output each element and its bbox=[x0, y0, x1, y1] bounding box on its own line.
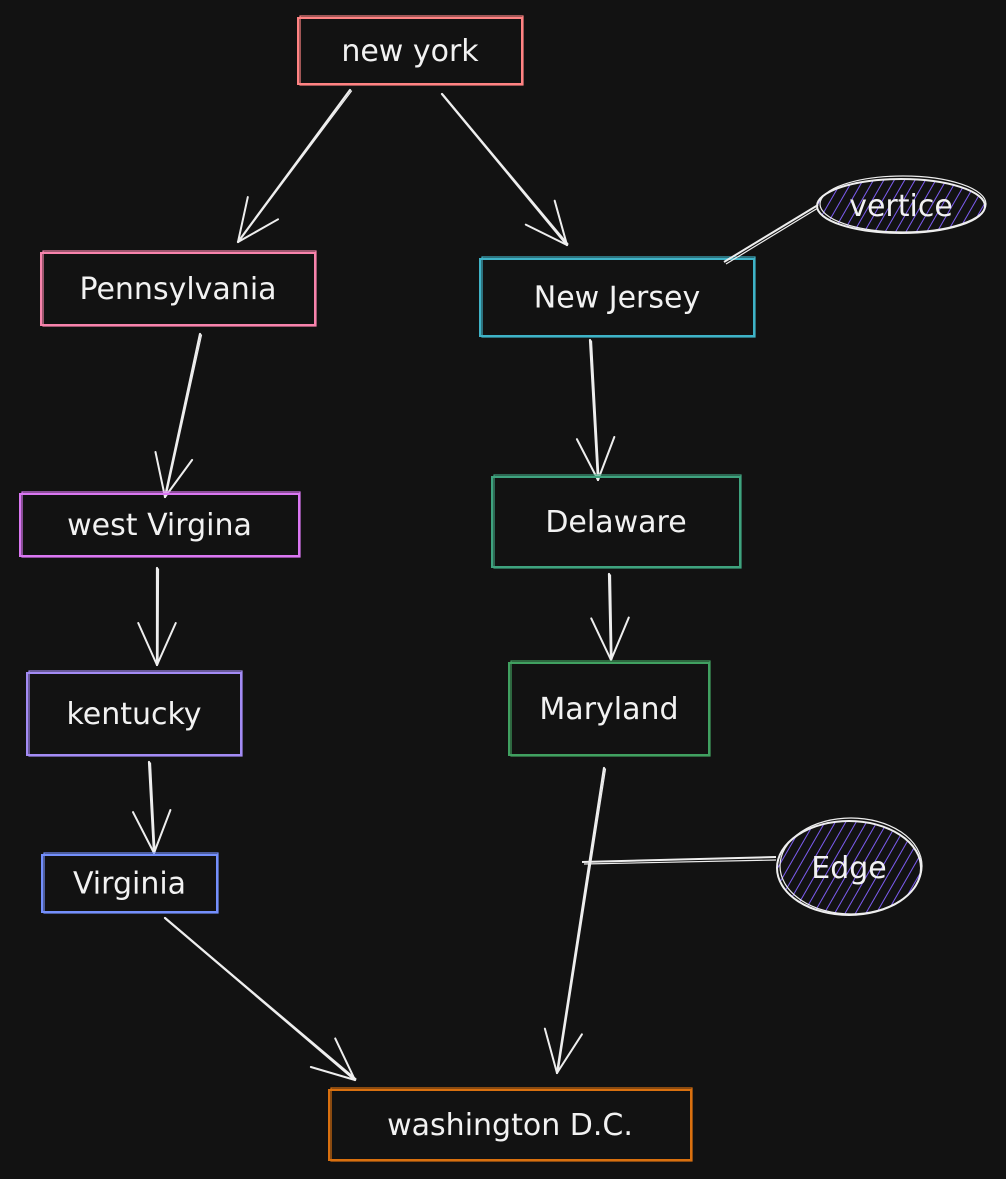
arrowhead bbox=[154, 450, 166, 498]
edge-pa-wv[interactable] bbox=[154, 332, 203, 499]
arrowhead bbox=[137, 621, 158, 666]
node-pa[interactable]: Pennsylvania bbox=[40, 250, 317, 327]
node-md[interactable]: Maryland bbox=[508, 660, 711, 757]
edge-nj-de[interactable] bbox=[575, 338, 616, 482]
edge-ny-nj[interactable] bbox=[440, 92, 569, 247]
arrowhead bbox=[131, 811, 155, 854]
edge-de-md[interactable] bbox=[590, 572, 630, 662]
node-label: Virginia bbox=[73, 867, 186, 902]
node-label: Delaware bbox=[545, 505, 686, 540]
node-wv[interactable]: west Virgina bbox=[19, 491, 301, 558]
node-va[interactable]: Virginia bbox=[41, 852, 219, 914]
edge-ky-va[interactable] bbox=[131, 760, 172, 855]
arrowhead bbox=[543, 1027, 558, 1074]
edge-wv-ky[interactable] bbox=[137, 566, 177, 667]
node-label: Pennsylvania bbox=[79, 272, 276, 307]
annotation-label: Edge bbox=[811, 851, 887, 886]
node-label: new york bbox=[341, 34, 479, 69]
node-label: west Virgina bbox=[67, 508, 252, 543]
diagram-canvas: new york Pennsylvania New Jersey west Virgi… bbox=[0, 0, 1006, 1179]
arrowhead bbox=[156, 621, 177, 666]
arrowhead bbox=[610, 616, 630, 661]
connector-line bbox=[581, 856, 777, 863]
node-label: washington D.C. bbox=[387, 1108, 633, 1143]
arrowhead bbox=[153, 809, 172, 854]
arrowhead bbox=[575, 438, 599, 481]
node-label: kentucky bbox=[66, 697, 201, 732]
annotation-label: vertice bbox=[849, 189, 953, 224]
node-ny[interactable]: new york bbox=[297, 15, 524, 86]
node-label: Maryland bbox=[539, 692, 678, 727]
node-label: New Jersey bbox=[534, 281, 700, 316]
arrowhead bbox=[590, 617, 612, 661]
arrowhead bbox=[597, 435, 616, 481]
arrowhead bbox=[237, 218, 280, 243]
annotation-edge[interactable]: Edge bbox=[581, 817, 923, 916]
connector-line bbox=[723, 204, 819, 263]
node-dc[interactable]: washington D.C. bbox=[328, 1087, 693, 1162]
annotation-vertice[interactable]: vertice bbox=[723, 175, 987, 265]
node-nj[interactable]: New Jersey bbox=[479, 256, 756, 338]
edge-va-dc[interactable] bbox=[163, 916, 357, 1082]
edge-md-dc[interactable] bbox=[543, 766, 607, 1075]
arrowhead bbox=[334, 1037, 356, 1081]
node-ky[interactable]: kentucky bbox=[26, 670, 243, 757]
edge-ny-pa[interactable] bbox=[236, 88, 353, 244]
diagram-svg: new york Pennsylvania New Jersey west Virgi… bbox=[19, 15, 987, 1162]
node-de[interactable]: Delaware bbox=[491, 474, 742, 569]
